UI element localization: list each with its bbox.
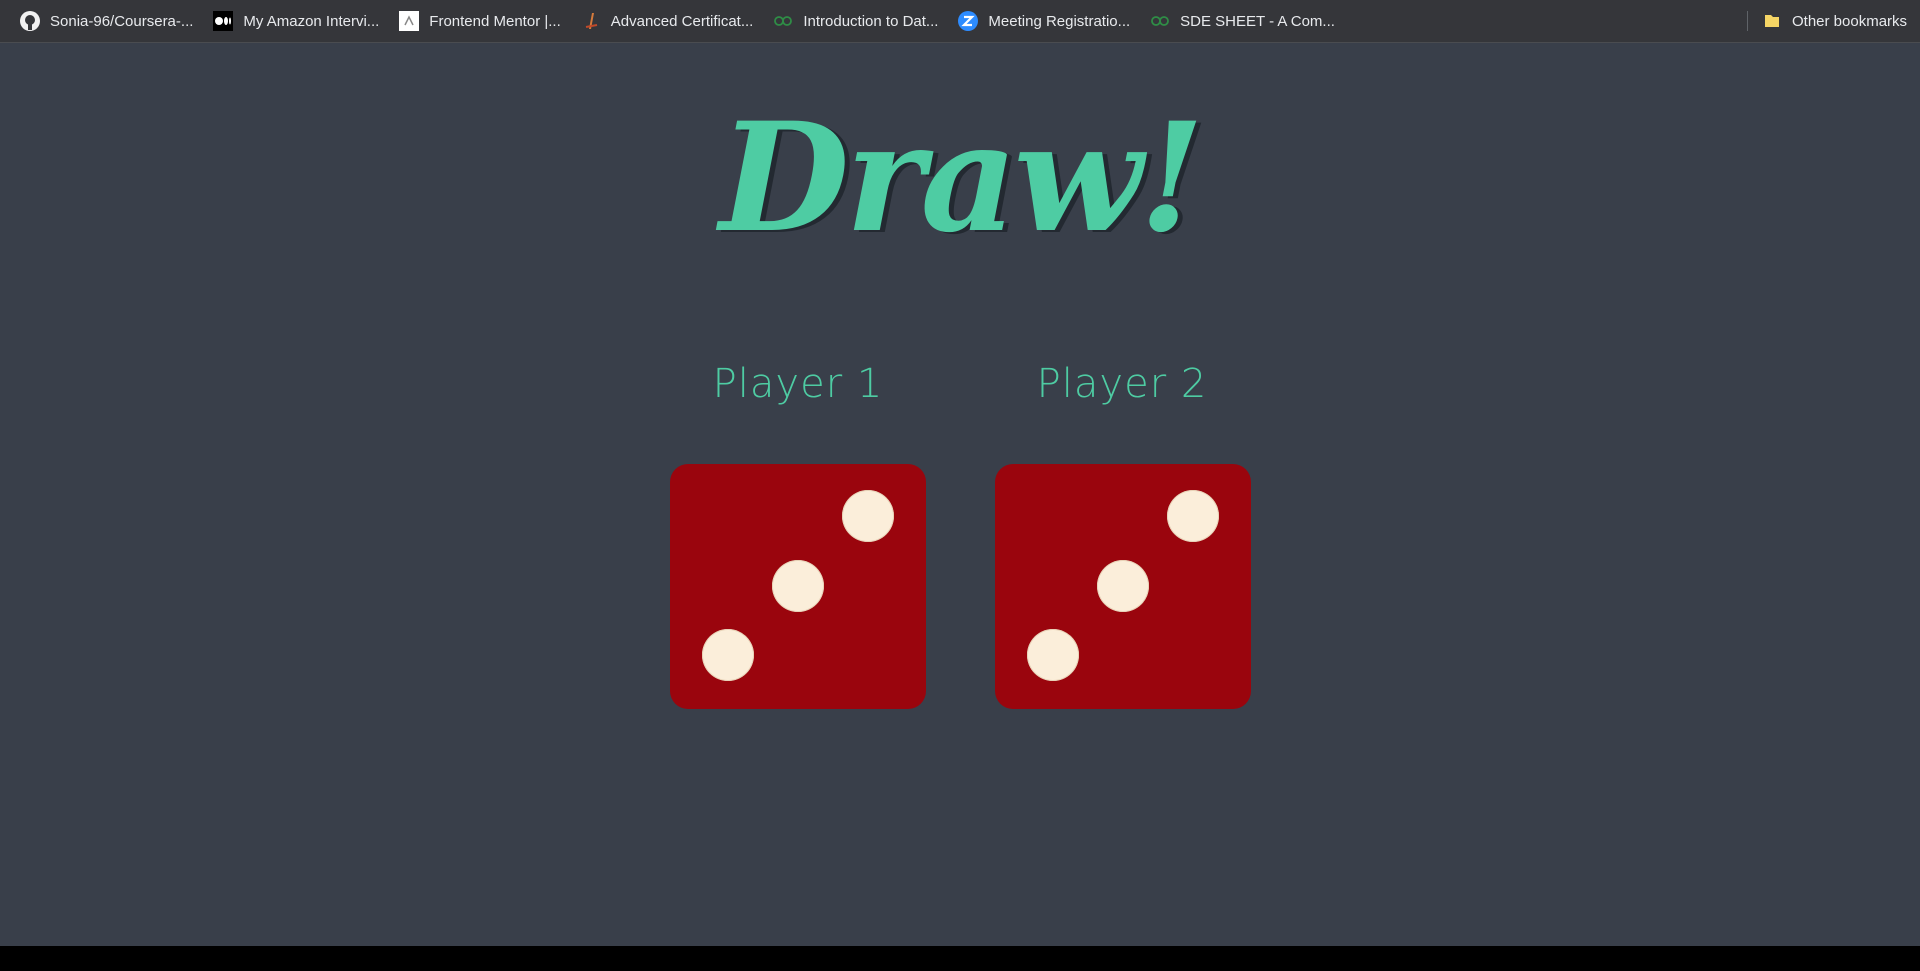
bookmark-label: Meeting Registratio... [988,12,1131,30]
bookmark-item[interactable]: Frontend Mentor |... [393,6,566,36]
bookmark-label: Introduction to Dat... [803,12,939,30]
other-bookmarks-button[interactable]: Other bookmarks [1756,6,1913,36]
other-bookmarks-label: Other bookmarks [1792,12,1908,30]
taskbar-strip [0,946,1920,971]
medium-icon [213,11,234,31]
bookmark-label: SDE SHEET - A Com... [1180,12,1335,30]
bookmark-item[interactable]: Introduction to Dat... [767,6,944,36]
die-pip [842,490,894,542]
zoom-icon [958,11,979,31]
bookmark-item[interactable]: Sonia-96/Coursera-... [14,6,199,36]
die-pip [1097,560,1149,612]
bookmark-label: Sonia-96/Coursera-... [50,12,194,30]
bookmarks-list: Sonia-96/Coursera-... My Amazon Intervi.… [14,0,1349,42]
bookmark-item[interactable]: Meeting Registratio... [952,6,1136,36]
game-page: Draw! Player 1 Player 2 [0,43,1920,946]
bookmark-label: Frontend Mentor |... [429,12,561,30]
die-pip [1167,490,1219,542]
bookmarks-bar: Sonia-96/Coursera-... My Amazon Intervi.… [0,0,1920,43]
bookmark-item[interactable]: My Amazon Intervi... [207,6,385,36]
folder-icon [1762,11,1782,31]
certificate-icon [581,11,601,31]
bookmark-item[interactable]: SDE SHEET - A Com... [1144,6,1341,36]
player-2-label: Player 2 [1036,361,1208,407]
bookmark-item[interactable]: Advanced Certificat... [575,6,760,36]
player-1-label: Player 1 [712,361,884,407]
result-title: Draw! [719,90,1204,266]
die-pip [702,629,754,681]
player-2-die [995,464,1251,709]
frontend-mentor-icon [399,11,420,31]
github-icon [20,11,40,31]
bookmark-label: Advanced Certificat... [610,12,754,30]
die-pip [772,560,824,612]
bookmark-label: My Amazon Intervi... [243,12,380,30]
player-1-die [670,464,926,709]
geeksforgeeks-icon [1150,11,1170,31]
die-pip [1027,629,1079,681]
geeksforgeeks-icon [773,11,793,31]
bookmarks-separator [1747,11,1748,31]
